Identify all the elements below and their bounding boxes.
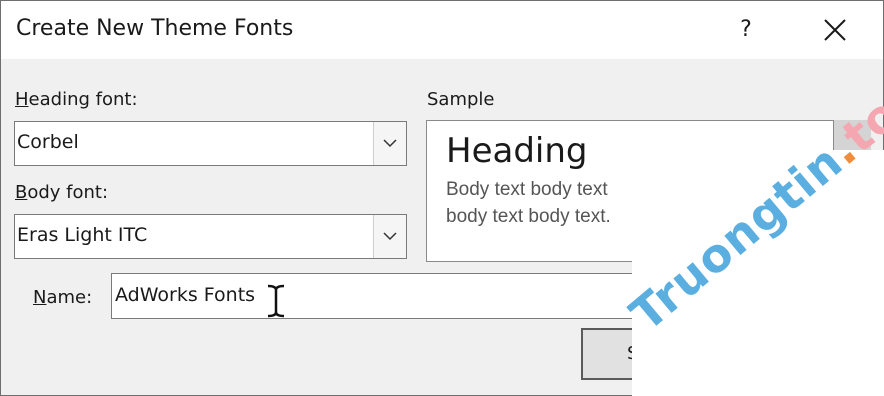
- heading-font-dropdown-button[interactable]: [373, 122, 406, 165]
- name-label: Name:: [33, 287, 93, 308]
- body-font-dropdown-button[interactable]: [373, 215, 406, 258]
- heading-font-value: Corbel: [17, 131, 79, 153]
- title-bar: Create New Theme Fonts ?: [1, 1, 883, 59]
- heading-font-select[interactable]: Corbel: [14, 121, 407, 166]
- text-cursor-icon: [267, 284, 285, 318]
- dialog-title: Create New Theme Fonts: [16, 16, 294, 41]
- sample-label: Sample: [427, 89, 495, 110]
- body-font-label: Body font:: [15, 182, 109, 203]
- sample-body-text: Body text body text body text body text.: [446, 179, 611, 227]
- chevron-down-icon: [383, 139, 397, 148]
- body-font-select[interactable]: Eras Light ITC: [14, 214, 407, 259]
- body-font-value: Eras Light ITC: [17, 224, 148, 246]
- name-field[interactable]: AdWorks Fonts: [111, 273, 671, 319]
- name-field-value: AdWorks Fonts: [115, 284, 256, 306]
- close-icon: [824, 19, 846, 41]
- chevron-down-icon: [383, 232, 397, 241]
- sample-heading-text: Heading: [446, 131, 588, 171]
- close-button[interactable]: [811, 7, 859, 53]
- help-button[interactable]: ?: [723, 7, 769, 53]
- heading-font-label: Heading font:: [15, 89, 138, 110]
